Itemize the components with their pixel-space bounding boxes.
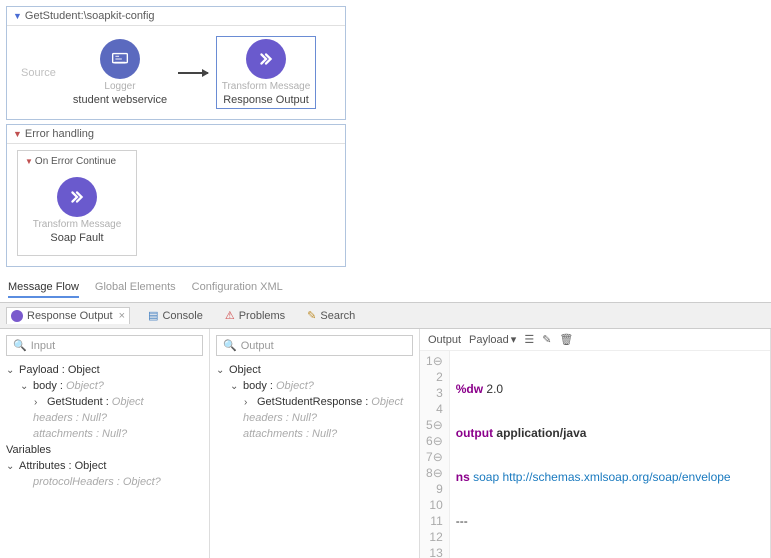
step-type-label: Transform Message: [222, 81, 311, 92]
input-column: 🔍Input ⌄Payload : Object ⌄body : Object?…: [0, 329, 210, 558]
transform-step-response[interactable]: Transform Message Response Output: [216, 36, 316, 109]
tab-message-flow[interactable]: Message Flow: [8, 281, 79, 298]
panel-tab-strip: Response Output × ▤ Console ⚠ Problems ✎…: [0, 302, 771, 328]
tree-node-body[interactable]: ⌄body : Object?: [216, 378, 413, 394]
code-editor[interactable]: 1⊖ 2 3 4 5⊖ 6⊖ 7⊖ 8⊖ 9 10 11 12 13 %dw 2…: [420, 351, 770, 558]
tab-config-xml[interactable]: Configuration XML: [192, 281, 283, 298]
editor-bottom-tabs: Message Flow Global Elements Configurati…: [0, 277, 771, 302]
tab-search[interactable]: ✎ Search: [303, 307, 359, 324]
chevron-right-icon: ›: [244, 397, 254, 408]
tree-view-icon[interactable]: ☰: [524, 333, 534, 346]
step-name-label: student webservice: [73, 94, 167, 106]
tab-global-elements[interactable]: Global Elements: [95, 281, 176, 298]
collapse-arrow-icon: ▼: [25, 157, 33, 166]
step-type-label: Transform Message: [33, 219, 122, 230]
flow-error-box: ▼Error handling ▼On Error Continue Trans…: [6, 124, 346, 267]
search-icon: 🔍: [13, 339, 27, 352]
tree-node-variables[interactable]: Variables: [6, 442, 203, 458]
chevron-down-icon: ⌄: [20, 381, 30, 392]
problems-icon: ⚠: [225, 309, 235, 322]
output-tree: ⌄Object ⌄body : Object? ›GetStudentRespo…: [210, 362, 419, 448]
search-icon: 🔍: [223, 339, 237, 352]
tree-node-attachments[interactable]: attachments : Null?: [6, 426, 203, 442]
step-name-label: Soap Fault: [50, 232, 103, 244]
code-column: Output Payload ▾ ☰ ✎ 🗑 1⊖ 2 3 4 5⊖ 6⊖ 7⊖…: [420, 329, 771, 558]
input-tree: ⌄Payload : Object ⌄body : Object? ›GetSt…: [0, 362, 209, 496]
flow-main-header[interactable]: ▼GetStudent:\soapkit-config: [7, 7, 345, 26]
collapse-arrow-icon: ▼: [13, 11, 22, 21]
flow-error-header[interactable]: ▼Error handling: [7, 125, 345, 144]
output-label: Output: [428, 334, 461, 346]
logger-step[interactable]: Logger student webservice: [70, 37, 170, 108]
chevron-right-icon: ›: [34, 397, 44, 408]
close-icon[interactable]: ×: [119, 310, 125, 322]
tree-node-attributes[interactable]: ⌄Attributes : Object: [6, 458, 203, 474]
flow-title: GetStudent:\soapkit-config: [25, 10, 155, 22]
transform-icon: [246, 39, 286, 79]
step-type-label: Logger: [104, 81, 135, 92]
input-search[interactable]: 🔍Input: [6, 335, 203, 356]
step-name-label: Response Output: [223, 94, 309, 106]
output-search[interactable]: 🔍Output: [216, 335, 413, 356]
collapse-arrow-icon: ▼: [13, 129, 22, 139]
tab-console[interactable]: ▤ Console: [144, 307, 207, 324]
source-placeholder: Source: [17, 67, 62, 79]
transform-step-fault[interactable]: Transform Message Soap Fault: [27, 175, 127, 246]
tree-node-headers[interactable]: headers : Null?: [216, 410, 413, 426]
code-content[interactable]: %dw 2.0 output application/java ns soap …: [450, 351, 737, 558]
output-column: 🔍Output ⌄Object ⌄body : Object? ›GetStud…: [210, 329, 420, 558]
logger-icon: [100, 39, 140, 79]
trash-icon[interactable]: 🗑: [559, 333, 573, 346]
tab-response-output[interactable]: Response Output ×: [6, 307, 130, 324]
tree-node-payload[interactable]: ⌄Payload : Object: [6, 362, 203, 378]
flow-main-box: ▼GetStudent:\soapkit-config Source Logge…: [6, 6, 346, 120]
tree-node-protocolheaders[interactable]: protocolHeaders : Object?: [6, 474, 203, 490]
chevron-down-icon: ⌄: [6, 365, 16, 376]
transform-tab-icon: [11, 310, 23, 322]
edit-icon[interactable]: ✎: [542, 333, 551, 346]
tree-node-body[interactable]: ⌄body : Object?: [6, 378, 203, 394]
flashlight-icon: ✎: [307, 309, 316, 322]
line-gutter: 1⊖ 2 3 4 5⊖ 6⊖ 7⊖ 8⊖ 9 10 11 12 13: [420, 351, 450, 558]
chevron-down-icon: ⌄: [216, 365, 226, 376]
tree-node-getstudent[interactable]: ›GetStudent : Object: [6, 394, 203, 410]
console-icon: ▤: [148, 309, 158, 322]
code-header: Output Payload ▾ ☰ ✎ 🗑: [420, 329, 770, 351]
on-error-continue-box[interactable]: ▼On Error Continue Transform Message Soa…: [17, 150, 137, 256]
chevron-down-icon: ⌄: [230, 381, 240, 392]
flow-canvas: ▼GetStudent:\soapkit-config Source Logge…: [0, 0, 771, 277]
dataweave-mapper: 🔍Input ⌄Payload : Object ⌄body : Object?…: [0, 328, 771, 558]
payload-dropdown[interactable]: Payload ▾: [469, 333, 516, 346]
on-error-header: ▼On Error Continue: [21, 154, 133, 169]
tree-node-attachments[interactable]: attachments : Null?: [216, 426, 413, 442]
tree-node-getstudentresponse[interactable]: ›GetStudentResponse : Object: [216, 394, 413, 410]
chevron-down-icon: ⌄: [6, 461, 16, 472]
tree-node-object[interactable]: ⌄Object: [216, 362, 413, 378]
error-title: Error handling: [25, 128, 94, 140]
tab-problems[interactable]: ⚠ Problems: [221, 307, 289, 324]
tree-node-headers[interactable]: headers : Null?: [6, 410, 203, 426]
chevron-down-icon: ▾: [511, 333, 517, 346]
transform-icon: [57, 177, 97, 217]
flow-arrow-icon: [178, 72, 208, 74]
